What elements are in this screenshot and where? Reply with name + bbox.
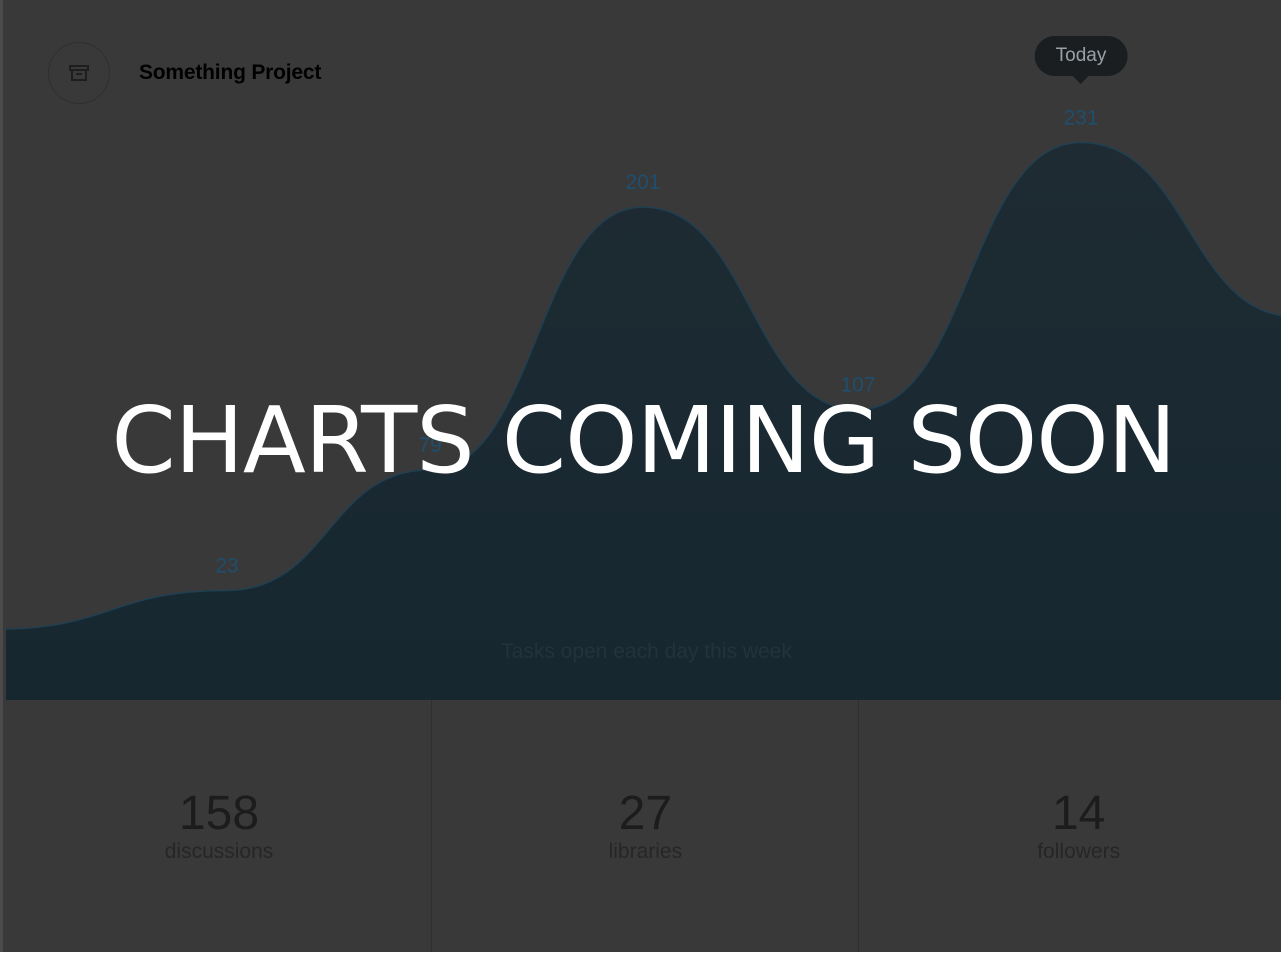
chart-caption: Tasks open each day this week: [501, 640, 792, 663]
dashboard-panel: Something Project 23 79 201 107 231 Today Ta…: [0, 0, 1281, 952]
stat-value: 158: [178, 787, 260, 840]
stat-label: followers: [1037, 840, 1121, 863]
stat-followers-content: 14 followers: [1037, 788, 1120, 864]
stat-discussions[interactable]: 158 discussions: [6, 700, 433, 952]
stats-row: 158 discussions 27 libraries 14 follower…: [6, 700, 1281, 952]
point-label: 23: [215, 554, 238, 577]
stat-discussions-content: 158 discussions: [165, 788, 274, 864]
stat-value: 27: [618, 787, 673, 840]
stat-libraries[interactable]: 27 libraries: [432, 700, 859, 952]
today-tooltip: Today: [1034, 36, 1128, 85]
stat-value: 14: [1051, 787, 1106, 840]
coming-soon-banner: CHARTS COMING SOON: [111, 387, 1177, 494]
tasks-chart: 23 79 201 107 231 Today Tasks open each day …: [6, 0, 1281, 700]
point-label: 201: [625, 171, 660, 194]
point-label: 231: [1063, 106, 1098, 129]
stat-label: discussions: [164, 840, 274, 863]
stat-libraries-content: 27 libraries: [609, 788, 683, 864]
stat-followers[interactable]: 14 followers: [859, 700, 1281, 952]
stat-label: libraries: [608, 840, 683, 863]
tasks-area-chart: 2379201107231: [6, 106, 1281, 700]
